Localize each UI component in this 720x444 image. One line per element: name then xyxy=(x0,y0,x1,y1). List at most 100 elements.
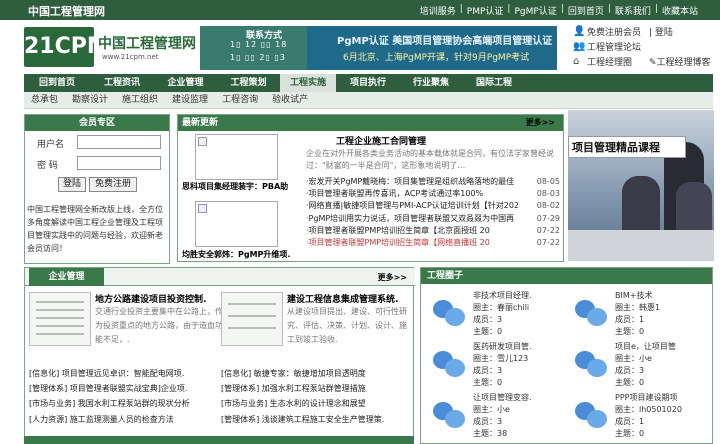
enterprise-mgmt-tab[interactable]: 企业管理 xyxy=(29,268,104,286)
thumbnail-2[interactable] xyxy=(195,201,278,247)
nav-news[interactable]: 工程资讯 xyxy=(90,74,154,92)
circle-group[interactable]: BIM+技术 圈主：韩惠1 成员：1 主题：0 xyxy=(569,290,709,340)
blog-link[interactable]: 工程经理博客 xyxy=(657,58,711,68)
nav-international[interactable]: 国际工程 xyxy=(462,74,526,92)
article-1-image[interactable] xyxy=(29,292,91,346)
next-panel-header xyxy=(24,436,414,444)
news-item[interactable]: ·PgMP培训用实力说话，项目管理者联盟又双叒叕为中国再 07-29 xyxy=(306,213,562,225)
headline-title[interactable]: 工程企业施工合同管理 xyxy=(336,134,426,147)
subnav-acceptance[interactable]: 验收试产 xyxy=(265,92,315,109)
register-login-row: 👤 免费注册会员 | 登陆 xyxy=(573,26,673,38)
enterprise-link[interactable]: [人力资源] 施工监理测量人员的检查方法 xyxy=(29,414,174,425)
top-links: 培训服务 | PMP认证 | PgMP认证 | 回到首页 | 联系我们 | 收藏本站 xyxy=(419,4,698,17)
enterprise-link[interactable]: [管理体系] 浅谈建筑工程施工安全生产管理策. xyxy=(221,414,384,425)
circle-group[interactable]: 项目e，让项目管 圈主：小e 成员：3 主题：0 xyxy=(569,341,709,391)
thumbnail-1[interactable] xyxy=(195,134,278,180)
news-item[interactable]: ·项目管理者联盟PMP培训招生简章【网络直播班 20 07-22 xyxy=(306,237,562,249)
contact-line-1: 1▯ 12 ▯▯ 18 xyxy=(230,40,288,49)
enterprise-link[interactable]: [信息化] 敏捷专家：敏捷增加项目透明度 xyxy=(221,368,366,379)
promo-table xyxy=(568,230,714,261)
circle-link[interactable]: 工程经理圈 xyxy=(587,58,632,68)
article-1-title[interactable]: 地方公路建设项目投资控制. xyxy=(95,292,206,305)
enterprise-link[interactable]: [市场与业务] 我国水利工程泵站群的现状分析 xyxy=(29,398,190,409)
enterprise-mgmt-header: 企业管理 更多>> xyxy=(25,268,415,286)
article-2-title[interactable]: 建设工程信息集成管理系统. xyxy=(287,292,398,305)
top-link-pgmp[interactable]: PgMP认证 xyxy=(514,4,556,17)
forum-link[interactable]: 工程管理论坛 xyxy=(587,43,641,53)
top-bar: 中国工程管理网 培训服务 | PMP认证 | PgMP认证 | 回到首页 | 联系我们 |… xyxy=(0,0,720,20)
nav-industry[interactable]: 行业聚焦 xyxy=(400,74,462,92)
enterprise-link[interactable]: [管理体系] 项目管理者联盟实战宝典]企业项. xyxy=(29,383,187,394)
password-input[interactable] xyxy=(77,156,161,170)
subnav-epc[interactable]: 总承包 xyxy=(24,92,65,109)
chat-bubbles-icon xyxy=(573,347,609,377)
login-button[interactable]: 登陆 xyxy=(58,177,86,192)
circle-group[interactable]: PPP项目建设期项 圈主：lh0501020 成员：1 主题：0 xyxy=(569,392,709,442)
forum-icon: 👥 xyxy=(573,41,586,52)
thumbnail-2-caption[interactable]: 均胜安全郭炜：PgMP升维项. xyxy=(182,249,290,260)
register-button[interactable]: 免费注册 xyxy=(89,177,137,192)
sub-nav: 总承包 勘察设计 施工组织 建设监理 工程咨询 验收试产 xyxy=(24,92,713,109)
article-2-image[interactable] xyxy=(221,292,283,346)
news-item[interactable]: ·宏发开关PgMP戴晓梅：项目集管理是组织战略落地的最佳 08-05 xyxy=(306,176,562,188)
nav-execution[interactable]: 项目执行 xyxy=(336,74,400,92)
course-promo-banner[interactable]: 项目管理精品课程 xyxy=(568,110,714,261)
site-logo[interactable]: 21CPM 中国工程管理网 www.21cpm.net xyxy=(24,27,196,67)
main-nav: 回到首页 工程资讯 企业管理 工程策划 工程实施 项目执行 行业聚焦 国际工程 xyxy=(24,74,713,92)
enterprise-link[interactable]: [信息化] 项目管理远见卓识：智能配电网项. xyxy=(29,368,184,379)
thumbnail-1-caption[interactable]: 思科项目集经理装宇：PBA助 xyxy=(182,181,288,192)
broken-image-icon xyxy=(198,137,207,146)
article-1-body: 交通行业投资主要集中在公路上，作为投资重点的地方公路，由于造血功能不足，. xyxy=(95,307,223,344)
article-2-body: 从建设项目提出、建设、可行性研究、评估、决策、计划、设计、施工到竣工验收. xyxy=(287,307,407,344)
nav-enterprise[interactable]: 企业管理 xyxy=(154,74,217,92)
circle-group[interactable]: 非技术项目经理. 圈主：春丽chili 成员：3 主题：0 xyxy=(427,290,567,340)
top-link-training[interactable]: 培训服务 xyxy=(420,4,456,17)
user-icon: 👤 xyxy=(573,26,586,37)
forum-row: 👥 工程管理论坛 xyxy=(571,40,720,55)
circle-group[interactable]: 医药研发项目管. 圈主：雪儿123 成员：3 主题：0 xyxy=(427,341,567,391)
top-link-home[interactable]: 回到首页 xyxy=(568,4,604,17)
subnav-consulting[interactable]: 工程咨询 xyxy=(215,92,265,109)
contact-line-2: 1▯ ▯▯ 2▯ ▯3 xyxy=(230,53,286,62)
news-item[interactable]: ·网络直播|敏捷项目管理与PMI-ACP认证培训计划【针对202 08-02 xyxy=(306,200,562,212)
username-input[interactable] xyxy=(77,135,161,149)
top-link-pmp[interactable]: PMP认证 xyxy=(467,4,504,17)
enterprise-link[interactable]: [管理体系] 加强水利工程泵站群管理措施 xyxy=(221,383,366,394)
login-link[interactable]: 登陆 xyxy=(655,28,673,38)
subnav-survey[interactable]: 勘察设计 xyxy=(65,92,115,109)
contact-banner[interactable]: 联系方式 1▯ 12 ▯▯ 18 1▯ ▯▯ 2▯ ▯3 xyxy=(200,26,307,70)
username-label: 用户名 xyxy=(37,140,65,150)
circle-group[interactable]: 让项目管理变容. 圈主：小e 成员：3 主题：38 xyxy=(427,392,567,442)
chat-bubbles-icon xyxy=(573,398,609,428)
top-link-contact[interactable]: 联系我们 xyxy=(615,4,651,17)
latest-more-link[interactable]: 更多>> xyxy=(526,115,555,131)
news-item[interactable]: ·项目管理者联盟再传喜讯，ACP考试通过率100% 08-03 xyxy=(306,188,562,200)
nav-home[interactable]: 回到首页 xyxy=(24,74,90,92)
circle-blog-row: ⌂ 工程经理圈 ✎工程经理博客 xyxy=(571,55,720,70)
register-link[interactable]: 免费注册会员 xyxy=(587,28,641,38)
subnav-construction[interactable]: 施工组织 xyxy=(115,92,165,109)
logo-url: www.21cpm.net xyxy=(102,53,159,61)
right-links: 👤 免费注册会员 | 登陆 👥 工程管理论坛 ⌂ 工程经理圈 ✎工程经理博客 xyxy=(571,25,720,70)
logo-name: 中国工程管理网 xyxy=(98,36,196,52)
password-label: 密 码 xyxy=(37,161,58,171)
latest-header: 最新更新 更多>> xyxy=(178,115,563,131)
pgmp-banner[interactable]: PgMP认证 美国项目管理协会高端项目管理认证 6月北京、上海PgMP开课，针对… xyxy=(307,26,557,70)
member-panel: 会员专区 用户名 密 码 登陆 免费注册 中国工程管理网全新改版上线，全方位多角… xyxy=(24,114,170,264)
pgmp-banner-subtitle: 6月北京、上海PgMP开课，针对9月PgMP考试 xyxy=(343,53,530,63)
subnav-supervision[interactable]: 建设监理 xyxy=(165,92,215,109)
chat-bubbles-icon xyxy=(431,347,467,377)
nav-planning[interactable]: 工程策划 xyxy=(217,74,280,92)
chat-bubbles-icon xyxy=(431,398,467,428)
nav-implementation[interactable]: 工程实施 xyxy=(280,74,336,92)
pgmp-banner-title: PgMP认证 美国项目管理协会高端项目管理认证 xyxy=(337,36,553,47)
edit-icon: ✎ xyxy=(649,58,657,68)
top-link-bookmark[interactable]: 收藏本站 xyxy=(662,4,698,17)
news-item[interactable]: ·项目管理者联盟PMP培训招生简章【北京面授班 20 07-22 xyxy=(306,225,562,237)
member-title: 会员专区 xyxy=(25,115,169,131)
enterprise-link[interactable]: [市场与业务] 生态水利的设计理念和展望 xyxy=(221,398,366,409)
headline-summary: 企业在对外开展各类业务活动的基本载体就是合同，有位法学家曾经说过："财富的一半是… xyxy=(306,149,554,170)
enterprise-more-link[interactable]: 更多>> xyxy=(378,272,407,283)
promo-caption: 项目管理精品课程 xyxy=(568,136,686,158)
member-description: 中国工程管理网全新改版上线，全方位多角度解读中国工程企业管理及工程项目管理实践中… xyxy=(27,205,163,253)
